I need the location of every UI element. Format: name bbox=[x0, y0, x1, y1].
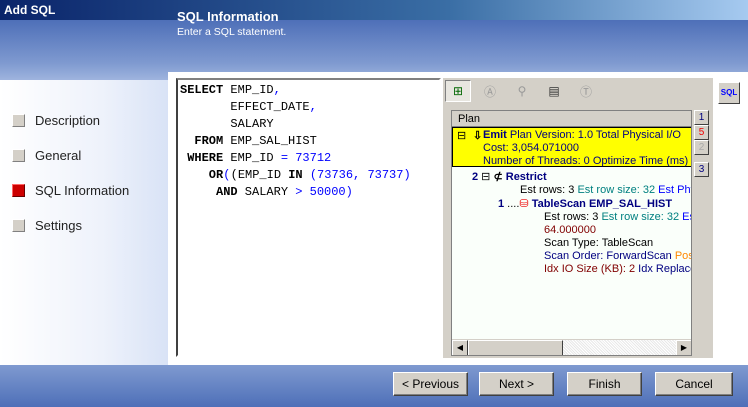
footer-bar: < Previous Next > Finish Cancel bbox=[0, 365, 748, 407]
step-checkbox-icon bbox=[12, 219, 25, 232]
previous-button[interactable]: < Previous bbox=[393, 372, 468, 396]
nav-item-settings[interactable]: Settings bbox=[12, 218, 82, 233]
title-bar: Add SQL bbox=[0, 0, 748, 20]
sql-editor[interactable]: SELECT EMP_ID, EFFECT_DATE, SALARY FROM … bbox=[176, 78, 441, 357]
table-icon: ⛁ bbox=[519, 198, 529, 210]
step-checkbox-icon bbox=[12, 149, 25, 162]
text-icon[interactable]: Ⓣ bbox=[573, 80, 599, 102]
page-title: SQL Information bbox=[177, 9, 279, 24]
plan-tree-icon[interactable]: ⊞ bbox=[445, 80, 471, 102]
nav-item-description[interactable]: Description bbox=[12, 113, 100, 128]
nav-label: SQL Information bbox=[35, 183, 130, 198]
abstract-plan-icon[interactable]: Ⓐ bbox=[477, 80, 503, 102]
nav-item-general[interactable]: General bbox=[12, 148, 81, 163]
side-button-3[interactable]: 3 bbox=[694, 162, 709, 177]
plan-tree[interactable]: Plan Emit Plan Version: 1.0 Total Physic… bbox=[451, 110, 692, 356]
plan-panel: ⊞ Ⓐ ⚲ ▤ Ⓣ Plan Emit Plan Version: 1.0 To… bbox=[443, 78, 713, 358]
collapse-icon[interactable]: ⊟ bbox=[457, 130, 466, 143]
step-checkbox-icon bbox=[12, 114, 25, 127]
plan-node-restrict[interactable]: 2 ⊟ ⊄ Restrict bbox=[472, 171, 547, 184]
side-button-2[interactable]: 2 bbox=[694, 140, 709, 155]
cancel-button[interactable]: Cancel bbox=[655, 372, 733, 396]
scroll-thumb bbox=[468, 340, 563, 355]
step-active-icon bbox=[12, 184, 25, 197]
horizontal-scrollbar[interactable]: ◀ ▶ bbox=[452, 339, 691, 355]
wizard-steps: Description General SQL Information Sett… bbox=[0, 80, 170, 365]
emit-icon: ⇩ bbox=[473, 130, 483, 142]
nav-label: Description bbox=[35, 113, 101, 128]
scroll-right-icon: ▶ bbox=[676, 340, 691, 355]
window-title: Add SQL bbox=[4, 3, 56, 17]
page-subtitle: Enter a SQL statement. bbox=[177, 26, 287, 38]
filter-icon[interactable]: ⚲ bbox=[509, 80, 535, 102]
nav-label: Settings bbox=[35, 218, 82, 233]
plan-column-header: Plan bbox=[452, 111, 691, 127]
next-button[interactable]: Next > bbox=[479, 372, 554, 396]
nav-item-sql-information[interactable]: SQL Information bbox=[12, 183, 129, 198]
plan-node-tablescan[interactable]: 1 ....⛁ TableScan EMP_SAL_HIST bbox=[498, 198, 672, 211]
side-button-5[interactable]: 5 bbox=[694, 125, 709, 140]
side-button-1[interactable]: 1 bbox=[694, 110, 709, 125]
plan-node-emit[interactable]: Emit Plan Version: 1.0 Total Physical I/… bbox=[452, 127, 691, 167]
nav-label: General bbox=[35, 148, 82, 163]
restrict-icon: ⊄ bbox=[493, 171, 503, 183]
notebook-icon[interactable]: ▤ bbox=[541, 80, 567, 102]
finish-button[interactable]: Finish bbox=[567, 372, 642, 396]
sql-button[interactable]: SQL bbox=[718, 82, 740, 104]
scroll-left-icon: ◀ bbox=[452, 340, 468, 355]
